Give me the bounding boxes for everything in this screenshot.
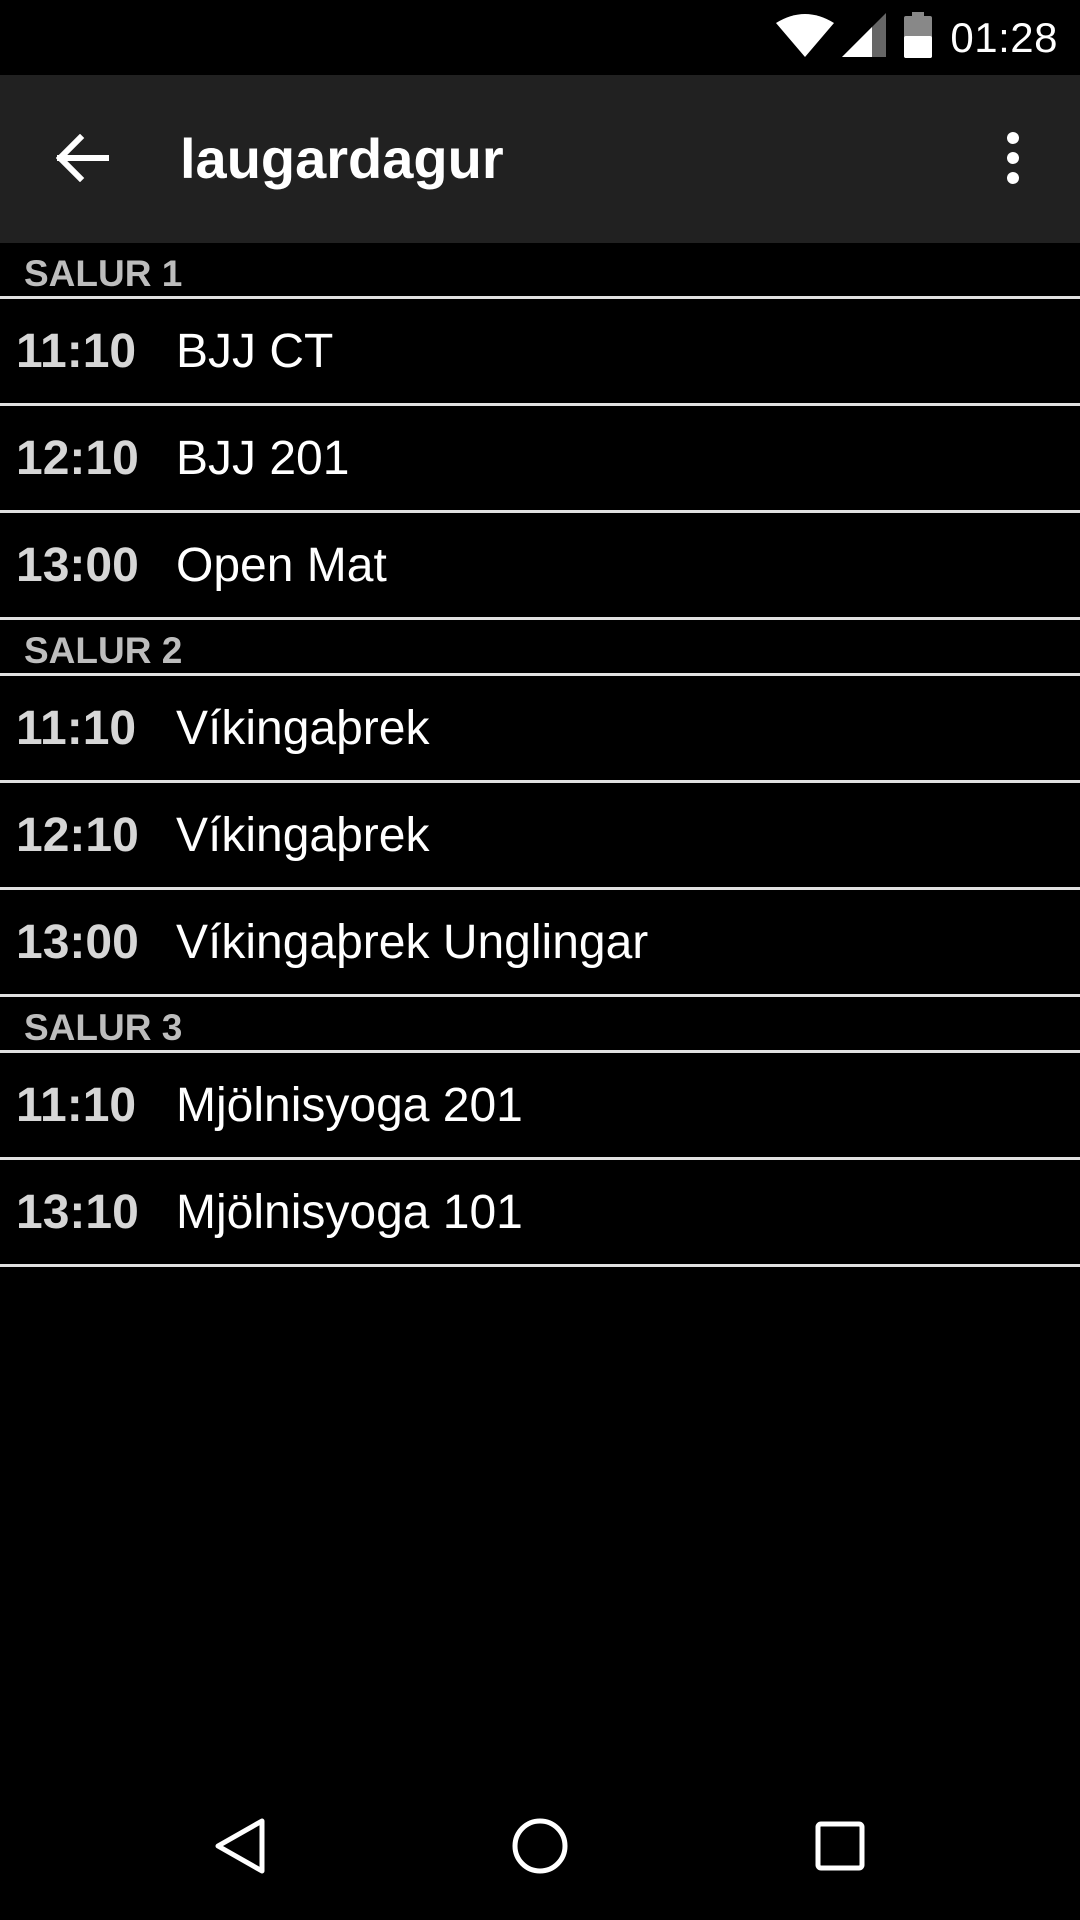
class-time: 11:10 (16, 1078, 137, 1132)
nav-home-button[interactable] (490, 1806, 590, 1890)
more-vert-icon (1006, 131, 1020, 189)
class-time: 13:00 (16, 538, 139, 592)
section-header: SALUR 2 (0, 620, 1080, 676)
list-item[interactable]: 11:10 BJJ CT (0, 299, 1080, 406)
class-name: Víkingaþrek (176, 701, 430, 755)
back-triangle-icon (212, 1816, 268, 1881)
class-time: 13:10 (16, 1185, 139, 1239)
list-item[interactable]: 13:00 Open Mat (0, 513, 1080, 620)
class-time: 12:10 (16, 808, 139, 862)
class-name: Víkingaþrek Unglingar (176, 915, 649, 969)
nav-recents-button[interactable] (790, 1806, 890, 1890)
class-time: 11:10 (16, 324, 137, 378)
app-bar: laugardagur (0, 75, 1080, 243)
battery-icon (904, 12, 933, 63)
wifi-icon (776, 13, 835, 62)
list-item[interactable]: 11:10 Mjölnisyoga 201 (0, 1053, 1080, 1160)
back-button[interactable] (42, 119, 124, 201)
class-name: Mjölnisyoga 101 (176, 1185, 523, 1239)
class-time: 11:10 (16, 701, 137, 755)
status-icons: 01:28 (776, 0, 1058, 75)
list-item[interactable]: 12:10 BJJ 201 (0, 406, 1080, 513)
recents-square-icon (815, 1821, 865, 1876)
list-item[interactable]: 12:10 Víkingaþrek (0, 783, 1080, 890)
section-header: SALUR 1 (0, 243, 1080, 299)
class-name: Open Mat (176, 538, 387, 592)
list-item[interactable]: 13:10 Mjölnisyoga 101 (0, 1160, 1080, 1267)
class-name: BJJ CT (176, 324, 334, 378)
list-item[interactable]: 13:00 Víkingaþrek Unglingar (0, 890, 1080, 997)
section-header: SALUR 3 (0, 997, 1080, 1053)
status-bar: 01:28 (0, 0, 1080, 75)
class-name: Mjölnisyoga 201 (176, 1078, 523, 1132)
page-title: laugardagur (180, 127, 504, 190)
status-time: 01:28 (950, 13, 1058, 61)
cell-signal-icon (842, 13, 887, 62)
overflow-menu-button[interactable] (978, 119, 1048, 201)
nav-back-button[interactable] (190, 1806, 290, 1890)
schedule-list: SALUR 1 11:10 BJJ CT 12:10 BJJ 201 13:00… (0, 243, 1080, 1267)
arrow-back-icon (55, 133, 110, 187)
class-name: BJJ 201 (176, 431, 350, 485)
class-time: 12:10 (16, 431, 139, 485)
home-circle-icon (511, 1817, 569, 1880)
list-item[interactable]: 11:10 Víkingaþrek (0, 676, 1080, 783)
navigation-bar (0, 1776, 1080, 1920)
class-name: Víkingaþrek (176, 808, 430, 862)
class-time: 13:00 (16, 915, 139, 969)
